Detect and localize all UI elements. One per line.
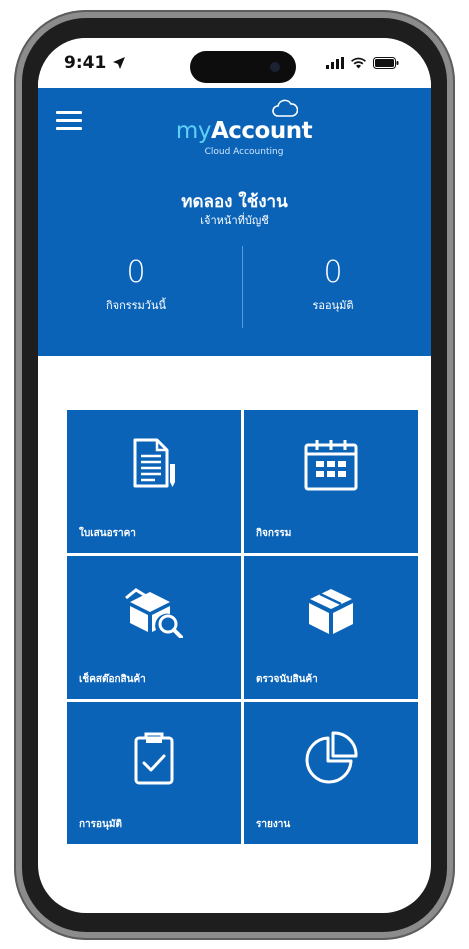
logo-prefix: my — [175, 118, 212, 144]
logo-tagline: Cloud Accounting — [204, 147, 284, 157]
app-screen: 9:41 myAccount Cloud Accounting ทดลอง ใช… — [38, 38, 431, 913]
location-arrow-icon — [113, 57, 126, 69]
box-icon — [309, 589, 353, 634]
tile-stock-check[interactable]: เช็คสต๊อกสินค้า — [67, 556, 241, 699]
tile-approval[interactable]: การอนุมัติ — [67, 702, 241, 844]
tile-label: ใบเสนอราคา — [79, 528, 136, 539]
tile-quotation[interactable]: ใบเสนอราคา — [67, 410, 241, 553]
clipboard-check-icon — [134, 732, 174, 785]
cloud-icon — [272, 99, 298, 117]
dynamic-island — [190, 51, 296, 83]
tile-label: การอนุมัติ — [79, 819, 122, 830]
stat-label: รออนุมัติ — [312, 299, 354, 312]
tile-stock-count[interactable]: ตรวจนับสินค้า — [244, 556, 418, 699]
user-role: เจ้าหน้าที่บัญชี — [200, 214, 269, 227]
tile-activities[interactable]: กิจกรรม — [244, 410, 418, 553]
wifi-icon — [351, 57, 366, 69]
tile-reports[interactable]: รายงาน — [244, 702, 418, 844]
tile-label: รายงาน — [256, 819, 291, 830]
logo-brand: Account — [210, 118, 313, 144]
status-time: 9:41 — [64, 53, 126, 73]
stat-pending-approval[interactable]: 0 รออนุมัติ — [235, 256, 431, 314]
signal-icon — [326, 57, 344, 69]
calendar-icon — [304, 440, 358, 491]
stat-value: 0 — [323, 255, 343, 290]
account-header: myAccount Cloud Accounting ทดลอง ใช้งาน … — [38, 88, 431, 356]
camera-icon — [270, 62, 280, 72]
stat-today-activities[interactable]: 0 กิจกรรมวันนี้ — [38, 256, 234, 314]
tile-label: ตรวจนับสินค้า — [256, 674, 318, 685]
hamburger-menu-icon[interactable] — [56, 111, 82, 131]
pie-chart-icon — [305, 731, 358, 784]
tile-label: กิจกรรม — [256, 528, 292, 539]
tile-label: เช็คสต๊อกสินค้า — [79, 674, 146, 685]
status-time-text: 9:41 — [64, 53, 107, 73]
status-icons — [326, 57, 399, 69]
app-logo: myAccount Cloud Accounting — [174, 98, 314, 158]
stat-value: 0 — [126, 255, 146, 290]
menu-grid: ใบเสนอราคา กิจกรรม เช็คสต๊อกสินค้า ตรวจน… — [67, 410, 423, 844]
stock-search-icon — [125, 588, 183, 638]
battery-icon — [373, 57, 399, 69]
stat-label: กิจกรรมวันนี้ — [105, 299, 167, 312]
document-icon — [133, 438, 175, 488]
logo-wordmark: myAccount — [174, 118, 314, 144]
status-bar: 9:41 — [38, 38, 431, 88]
